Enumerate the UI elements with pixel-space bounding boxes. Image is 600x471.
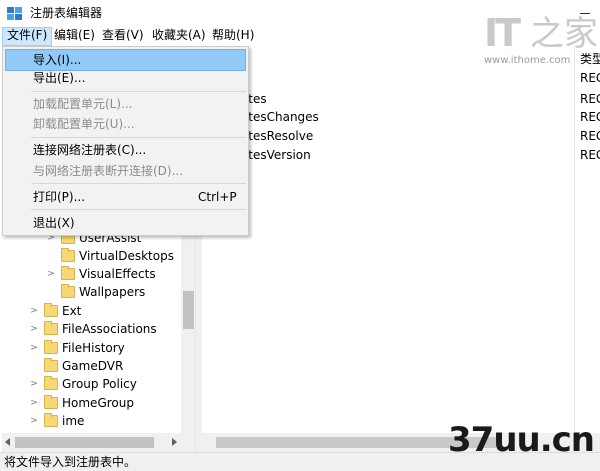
- menu-separator: [31, 209, 246, 210]
- tree-horizontal-scrollbar[interactable]: [2, 433, 195, 452]
- status-text: 将文件导入到注册表中。: [4, 455, 137, 469]
- chevron-right-icon[interactable]: >: [29, 375, 39, 393]
- tree-item-label: GameDVR: [62, 359, 124, 373]
- menu-help[interactable]: 帮助(H): [208, 27, 258, 46]
- folder-icon: [44, 303, 58, 317]
- folder-icon: [44, 376, 58, 390]
- menu-item-disconnect-network-registry[interactable]: 与网络注册表断开连接(D)...: [5, 160, 246, 182]
- column-divider: [574, 46, 575, 434]
- tree-item-label: Ext: [62, 304, 82, 318]
- tree-item-label: Wallpapers: [79, 285, 146, 299]
- registry-editor-window: 注册表编辑器 文件(F) 编辑(E) 查看(V) 收藏夹(A) 帮助(H) > …: [0, 0, 600, 471]
- chevron-right-icon[interactable]: >: [29, 394, 39, 412]
- menu-item-export[interactable]: 导出(E)...: [5, 67, 246, 89]
- menu-item-label: 卸载配置单元(U)...: [33, 117, 135, 131]
- menu-item-label: 打印(P)...: [33, 190, 86, 204]
- value-row-type[interactable]: REG: [580, 90, 600, 108]
- folder-icon: [61, 284, 75, 298]
- window-title: 注册表编辑器: [30, 6, 103, 20]
- menu-item-label: 导出(E)...: [33, 71, 86, 85]
- site-watermark: 37uu.cn: [448, 420, 595, 460]
- menu-separator: [31, 137, 246, 138]
- tree-item-label: ime: [62, 414, 85, 428]
- chevron-right-icon[interactable]: >: [29, 339, 39, 357]
- tree-item-label: FileAssociations: [62, 322, 157, 336]
- value-row-type[interactable]: REG: [580, 69, 600, 87]
- scroll-right-arrow-icon[interactable]: [172, 438, 177, 446]
- tree-item[interactable]: > FileAssociations: [2, 320, 181, 338]
- menu-item-label: 连接网络注册表(C)...: [33, 143, 147, 157]
- file-menu-dropdown: 导入(I)... 导出(E)... 加载配置单元(L)... 卸载配置单元(U)…: [2, 46, 249, 236]
- folder-icon: [61, 266, 75, 280]
- menu-item-print[interactable]: 打印(P)... Ctrl+P: [5, 186, 246, 208]
- folder-icon: [44, 340, 58, 354]
- tree-item-label: FileHistory: [62, 341, 125, 355]
- tree-item[interactable]: Wallpapers: [2, 283, 181, 301]
- folder-icon: [44, 413, 58, 427]
- registry-editor-app-icon: [7, 7, 22, 20]
- chevron-right-icon[interactable]: >: [29, 302, 39, 320]
- tree-item[interactable]: GameDVR: [2, 357, 181, 375]
- value-row-name[interactable]: ritesChanges: [240, 108, 319, 126]
- menu-view[interactable]: 查看(V): [98, 27, 148, 46]
- tree-item-label: HomeGroup: [62, 396, 134, 410]
- menu-item-exit[interactable]: 退出(X): [5, 212, 246, 234]
- ithome-logo-glyph: 之家: [530, 14, 598, 54]
- tree-item[interactable]: > HomeGroup: [2, 394, 181, 412]
- menu-item-load-hive[interactable]: 加载配置单元(L)...: [5, 93, 246, 115]
- menu-item-label: 退出(X): [33, 216, 75, 230]
- tree-item[interactable]: VirtualDesktops: [2, 247, 181, 265]
- chevron-right-icon[interactable]: >: [46, 265, 56, 283]
- tree-item-label: VisualEffects: [79, 267, 156, 281]
- menu-separator: [31, 91, 246, 92]
- value-row-type[interactable]: REG: [580, 108, 600, 126]
- folder-icon: [44, 395, 58, 409]
- menu-item-label: 加载配置单元(L)...: [33, 97, 133, 111]
- value-row-name[interactable]: ritesVersion: [240, 146, 311, 164]
- folder-icon: [61, 248, 75, 262]
- menu-item-shortcut: Ctrl+P: [198, 190, 237, 204]
- tree-item[interactable]: > VisualEffects: [2, 265, 181, 283]
- menu-separator: [31, 183, 246, 184]
- values-list-pane[interactable]: 类型 ) REG rites REG ritesChanges REG rite…: [202, 46, 600, 452]
- tree-item[interactable]: > Group Policy: [2, 375, 181, 393]
- value-row-type[interactable]: REG: [580, 146, 600, 164]
- menu-favorites[interactable]: 收藏夹(A): [148, 27, 210, 46]
- menu-item-unload-hive[interactable]: 卸载配置单元(U)...: [5, 113, 246, 135]
- chevron-right-icon[interactable]: >: [29, 412, 39, 430]
- value-row-name[interactable]: ritesResolve: [240, 127, 313, 145]
- menu-item-label: 与网络注册表断开连接(D)...: [33, 164, 184, 178]
- folder-icon: [44, 321, 58, 335]
- menu-file[interactable]: 文件(F): [2, 27, 53, 46]
- tree-item[interactable]: > FileHistory: [2, 339, 181, 357]
- ithome-logo-url: www.ithome.com: [484, 55, 571, 66]
- tree-item-label: Group Policy: [62, 377, 137, 391]
- tree-item[interactable]: > ime: [2, 412, 181, 430]
- menu-edit[interactable]: 编辑(E): [50, 27, 99, 46]
- folder-icon: [44, 358, 58, 372]
- chevron-right-icon[interactable]: >: [29, 320, 39, 338]
- tree-vertical-scroll-thumb[interactable]: [183, 291, 194, 329]
- tree-item-label: VirtualDesktops: [79, 249, 174, 263]
- ithome-logo-text: IT: [484, 11, 521, 55]
- tree-item[interactable]: > Ext: [2, 302, 181, 320]
- tree-horizontal-scroll-thumb[interactable]: [15, 437, 154, 448]
- scroll-left-arrow-icon[interactable]: [5, 438, 10, 446]
- menu-item-connect-network-registry[interactable]: 连接网络注册表(C)...: [5, 139, 246, 161]
- value-row-type[interactable]: REG: [580, 127, 600, 145]
